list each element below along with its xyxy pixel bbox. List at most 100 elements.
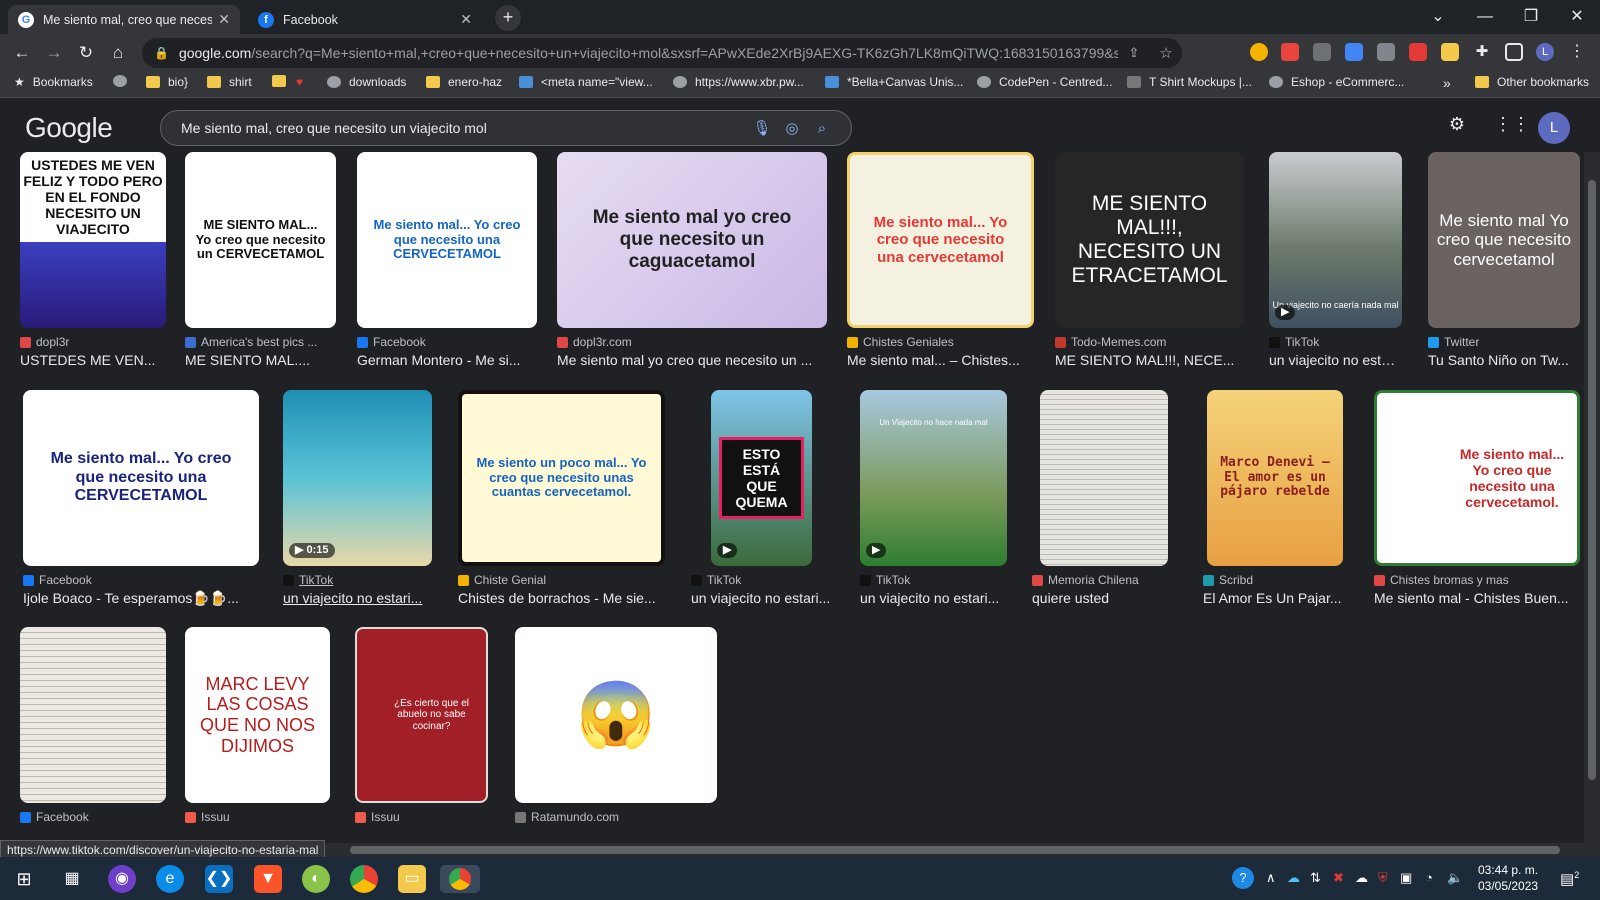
- result-thumbnail[interactable]: Marco Denevi — El amor es un pájaro rebe…: [1207, 390, 1343, 566]
- share-icon[interactable]: ⇪: [1118, 45, 1150, 61]
- extension-icon[interactable]: [1281, 43, 1299, 61]
- result-title[interactable]: un viajecito no estar...: [1269, 352, 1402, 368]
- other-bookmarks[interactable]: Other bookmarks: [1475, 75, 1589, 89]
- speaker-icon[interactable]: 🔈: [1447, 870, 1463, 886]
- settings-gear-icon[interactable]: ⚙: [1445, 114, 1469, 138]
- result-thumbnail[interactable]: ME SIENTO MAL!!!, NECESITO UN ETRACETAMO…: [1055, 152, 1244, 328]
- shield-icon[interactable]: ⛨: [1378, 870, 1388, 886]
- close-tab-icon[interactable]: ✕: [460, 11, 472, 28]
- new-tab-button[interactable]: +: [495, 5, 521, 31]
- bookmark-star-icon[interactable]: ☆: [1150, 44, 1182, 62]
- side-panel-icon[interactable]: [1505, 43, 1523, 61]
- result-thumbnail[interactable]: Me siento mal yo creo que necesito un ca…: [557, 152, 827, 328]
- address-bar[interactable]: 🔒 google.com/search?q=Me+siento+mal,+cre…: [142, 38, 1182, 68]
- tab-google-search[interactable]: G Me siento mal, creo que necesito ✕: [8, 5, 240, 34]
- google-logo[interactable]: Google: [25, 112, 113, 144]
- scrollbar-thumb[interactable]: [350, 846, 1560, 854]
- image-result[interactable]: 😱 Ratamundo.com: [515, 627, 717, 824]
- search-input[interactable]: Me siento mal, creo que necesito un viaj…: [181, 120, 747, 136]
- tab-search-icon[interactable]: ⌄: [1415, 4, 1461, 30]
- app-icon[interactable]: ◐: [302, 865, 330, 893]
- result-title[interactable]: ME SIENTO MAL....: [185, 352, 336, 368]
- bookmark-item[interactable]: downloads: [327, 75, 406, 89]
- lock-icon[interactable]: 🔒: [154, 46, 169, 60]
- image-result[interactable]: Me siento mal... Yo creo que necesito un…: [23, 390, 259, 607]
- result-title[interactable]: USTEDES ME VEN...: [20, 352, 166, 368]
- result-thumbnail[interactable]: Me siento mal... Yo creo que necesito un…: [23, 390, 259, 566]
- apps-grid-icon[interactable]: ⋮⋮: [1494, 114, 1530, 138]
- bookmark-item[interactable]: <meta name="view...: [519, 75, 653, 89]
- result-title[interactable]: El Amor Es Un Pajar...: [1203, 590, 1353, 606]
- bookmark-item[interactable]: ★ Bookmarks: [14, 75, 93, 89]
- github-desktop-icon[interactable]: ◉: [108, 865, 136, 893]
- close-window-button[interactable]: ✕: [1554, 4, 1600, 30]
- file-explorer-icon[interactable]: ▭: [398, 865, 426, 893]
- result-title[interactable]: quiere usted: [1032, 590, 1182, 606]
- bookmark-item[interactable]: [113, 75, 135, 87]
- result-title[interactable]: un viajecito no estari...: [283, 590, 432, 606]
- home-icon[interactable]: ⌂: [106, 41, 130, 65]
- bookmark-item[interactable]: shirt: [207, 75, 252, 89]
- more-bookmarks-button[interactable]: »: [1443, 75, 1451, 91]
- result-title[interactable]: Tu Santo Niño on Tw...: [1428, 352, 1580, 368]
- result-thumbnail[interactable]: MARC LEVY LAS COSAS QUE NO NOS DIJIMOS: [185, 627, 330, 803]
- cloud-icon[interactable]: ☁: [1355, 870, 1368, 886]
- result-title[interactable]: ME SIENTO MAL!!!, NECE...: [1055, 352, 1244, 368]
- close-tab-icon[interactable]: ✕: [218, 11, 230, 28]
- result-thumbnail[interactable]: ¿Es cierto que el abuelo no sabe cocinar…: [355, 627, 488, 803]
- image-result[interactable]: ESTO ESTÁ QUE QUEMA ▶ TikTok un viajecito…: [691, 390, 834, 606]
- extension-icon[interactable]: [1377, 43, 1395, 61]
- image-result[interactable]: Me siento mal yo creo que necesito un ca…: [557, 152, 827, 368]
- lens-camera-icon[interactable]: ◎: [777, 119, 807, 137]
- network-icon[interactable]: ⇅: [1310, 870, 1321, 886]
- back-icon[interactable]: ←: [10, 41, 34, 65]
- forward-icon[interactable]: →: [42, 41, 66, 65]
- pocket-icon[interactable]: [1409, 43, 1427, 61]
- result-thumbnail[interactable]: Me siento mal Yo creo que necesito cerve…: [1428, 152, 1580, 328]
- help-icon[interactable]: ?: [1232, 867, 1254, 889]
- task-view-icon[interactable]: ▦: [58, 865, 86, 893]
- onedrive-icon[interactable]: ☁: [1287, 870, 1300, 886]
- translate-icon[interactable]: [1345, 43, 1363, 61]
- result-title[interactable]: Me siento mal - Chistes Buen...: [1374, 590, 1580, 606]
- result-title[interactable]: Ijole Boaco - Te esperamos🍺🍺...: [23, 590, 259, 607]
- extension-icon[interactable]: [1250, 43, 1268, 61]
- system-clock[interactable]: 03:44 p. m. 03/05/2023: [1478, 862, 1538, 894]
- image-result[interactable]: Me siento mal... Yo creo que necesito un…: [357, 152, 537, 368]
- search-box[interactable]: Me siento mal, creo que necesito un viaj…: [160, 110, 852, 146]
- result-thumbnail[interactable]: Un Viajecito no hace nada mal ▶: [860, 390, 1007, 566]
- result-thumbnail[interactable]: Me siento mal... Yo creo que necesito un…: [847, 152, 1034, 328]
- image-result[interactable]: Memoria Chilena quiere usted: [1032, 390, 1182, 606]
- image-result[interactable]: ¿Es cierto que el abuelo no sabe cocinar…: [355, 627, 488, 824]
- menu-kebab-icon[interactable]: ⋮: [1568, 43, 1586, 61]
- bookmark-item[interactable]: *Bella+Canvas Unis...: [825, 75, 963, 89]
- result-title[interactable]: Chistes de borrachos - Me sie...: [458, 590, 665, 606]
- security-icon[interactable]: ✖: [1333, 870, 1344, 886]
- result-thumbnail[interactable]: ESTO ESTÁ QUE QUEMA ▶: [711, 390, 812, 566]
- image-result[interactable]: Un viajecito no caería nada mal ▶ TikTok …: [1269, 152, 1402, 368]
- image-result[interactable]: Me siento mal Yo creo que necesito cerve…: [1428, 152, 1580, 368]
- extension-icon[interactable]: [1313, 43, 1331, 61]
- tab-facebook[interactable]: f Facebook ✕: [248, 5, 482, 34]
- bookmark-item[interactable]: https://www.xbr.pw...: [673, 75, 804, 89]
- scrollbar-thumb[interactable]: [1588, 180, 1596, 780]
- bookmark-item[interactable]: ♥: [296, 75, 303, 89]
- extension-icon[interactable]: [1441, 43, 1459, 61]
- brave-icon[interactable]: ▼: [254, 865, 282, 893]
- bookmark-item[interactable]: T Shirt Mockups |...: [1127, 75, 1252, 89]
- restore-button[interactable]: ❐: [1508, 4, 1554, 30]
- search-icon[interactable]: ⌕: [807, 120, 837, 137]
- result-thumbnail[interactable]: ME SIENTO MAL... Yo creo que necesito un…: [185, 152, 336, 328]
- wifi-icon[interactable]: ◔: [1425, 870, 1433, 885]
- image-result[interactable]: USTEDES ME VEN FELIZ Y TODO PERO EN EL F…: [20, 152, 166, 368]
- result-title[interactable]: Me siento mal... – Chistes...: [847, 352, 1034, 368]
- result-thumbnail[interactable]: ▶ 0:15: [283, 390, 432, 566]
- bookmark-item[interactable]: Eshop - eCommerc...: [1269, 75, 1404, 89]
- image-result[interactable]: Marco Denevi — El amor es un pájaro rebe…: [1203, 390, 1353, 606]
- result-title[interactable]: German Montero - Me si...: [357, 352, 537, 368]
- chrome-icon[interactable]: [350, 865, 378, 893]
- image-result[interactable]: Me siento mal... Yo creo que necesito un…: [847, 152, 1034, 368]
- profile-icon[interactable]: L: [1536, 43, 1554, 61]
- result-thumbnail[interactable]: Me siento un poco mal... Yo creo que nec…: [458, 390, 665, 566]
- image-result[interactable]: ▶ 0:15 TikTok un viajecito no estari...: [283, 390, 432, 606]
